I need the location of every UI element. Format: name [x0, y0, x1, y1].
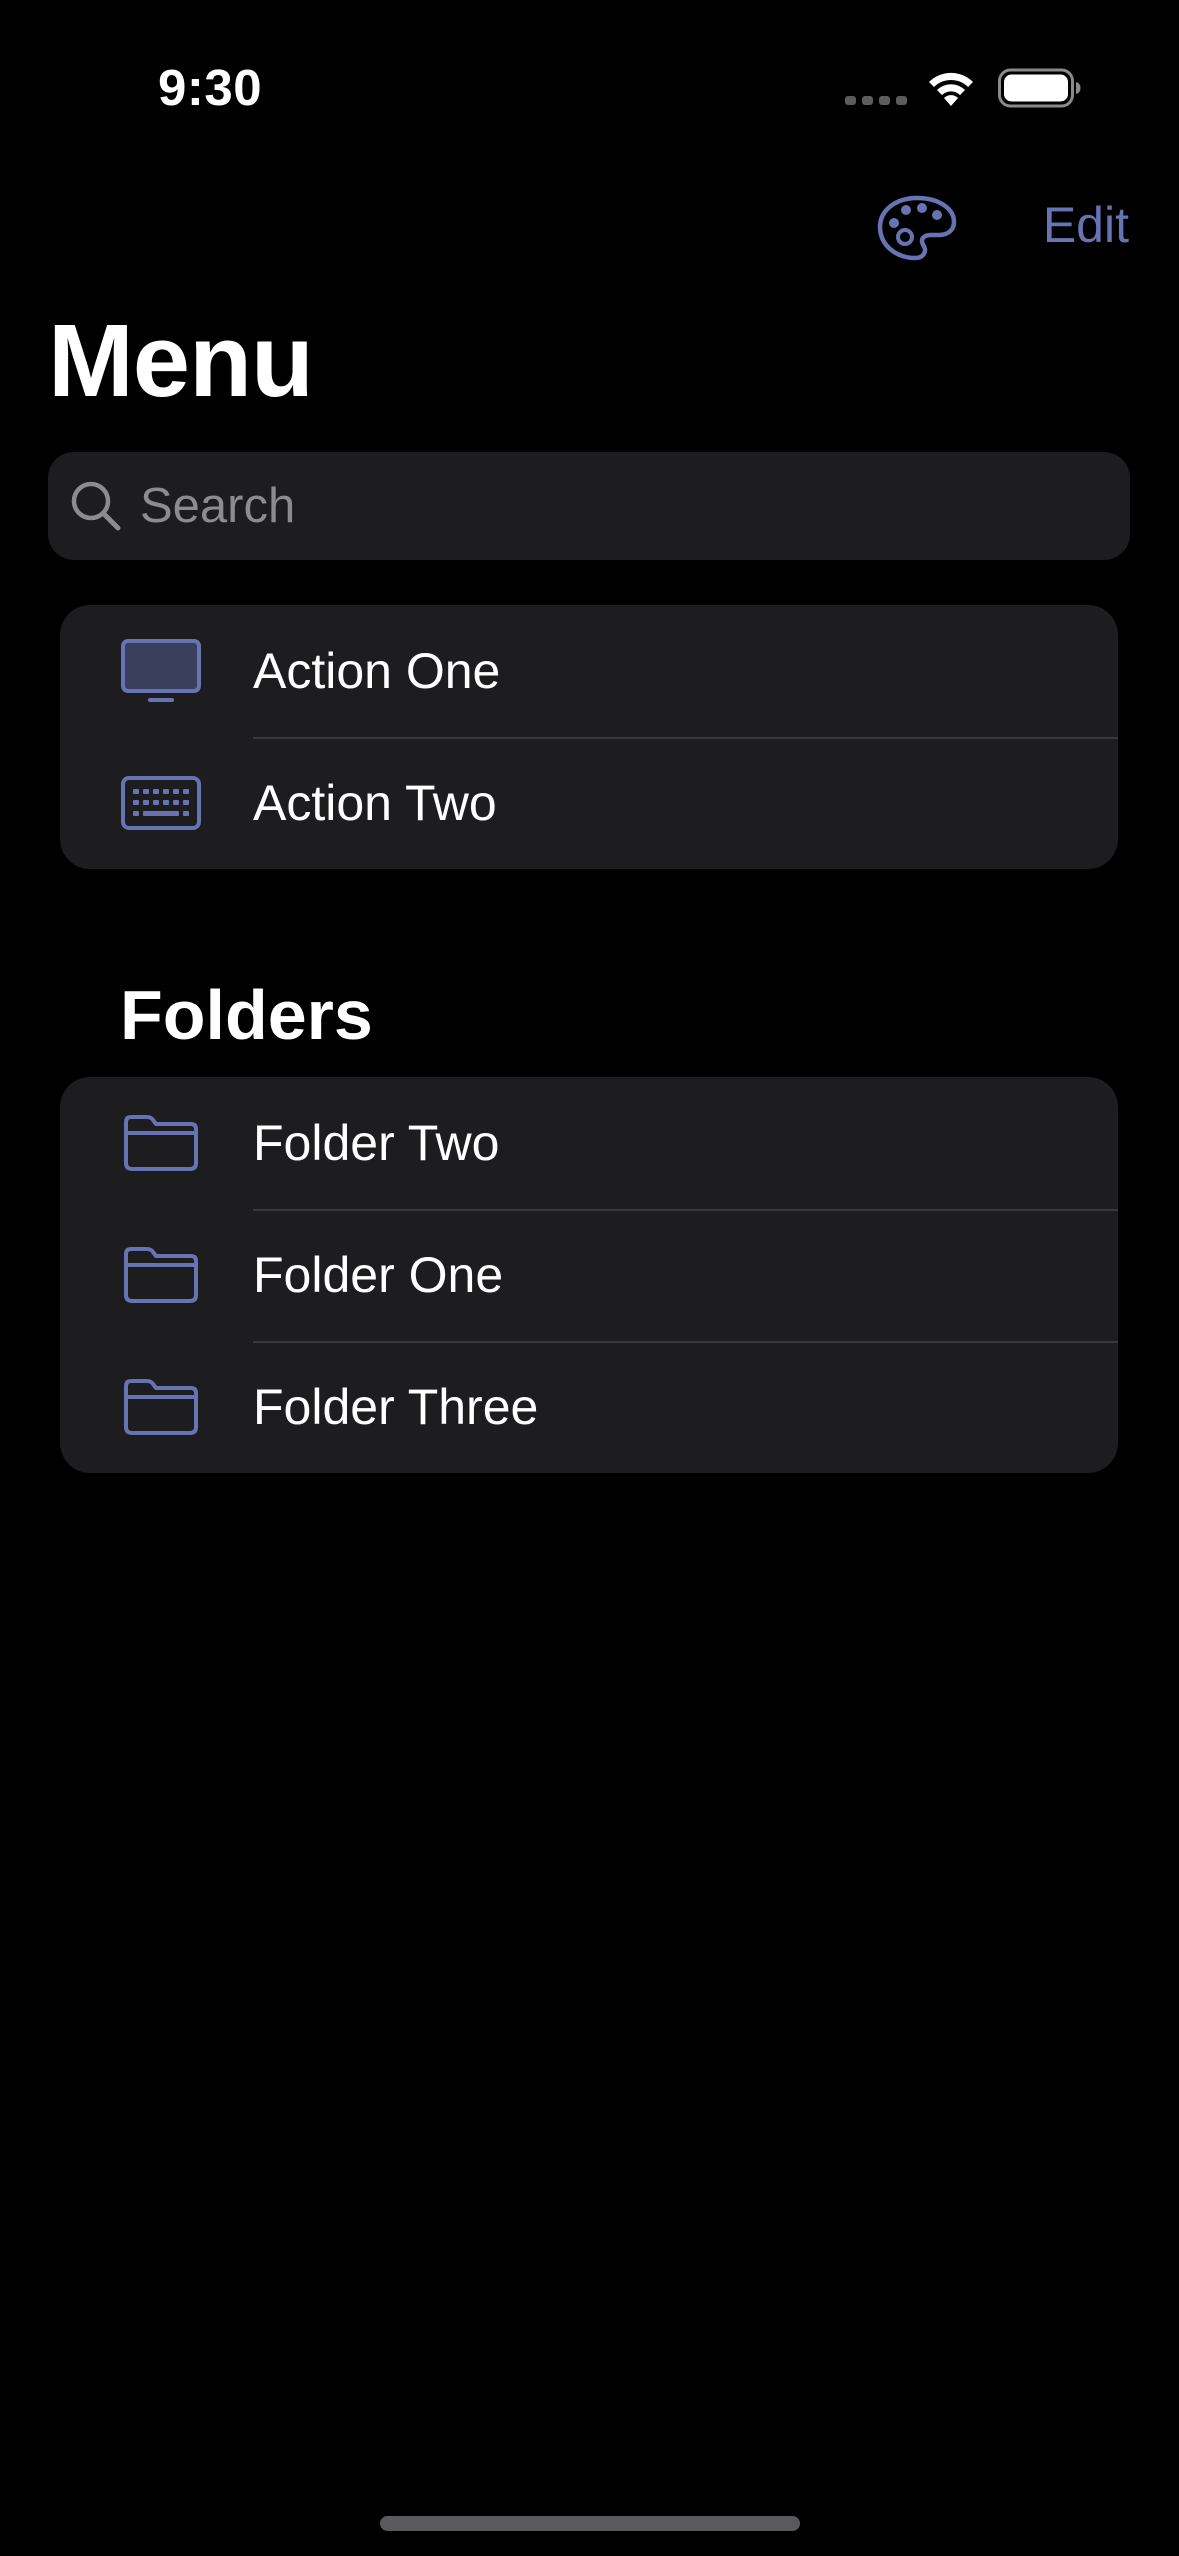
folder-icon — [118, 1367, 204, 1447]
action-label: Action One — [253, 643, 501, 699]
palette-button[interactable] — [876, 192, 958, 264]
folder-icon — [118, 1235, 204, 1315]
folder-label: Folder Two — [253, 1115, 500, 1171]
action-label: Action Two — [253, 775, 497, 831]
keyboard-icon — [118, 763, 204, 843]
folders-section-header: Folders — [120, 976, 373, 1054]
edit-button[interactable]: Edit — [1043, 196, 1129, 254]
search-icon — [68, 478, 124, 534]
folder-label: Folder One — [253, 1247, 504, 1303]
action-row-action-two[interactable]: Action Two — [60, 737, 1118, 869]
display-icon — [118, 631, 204, 711]
folders-list: Folder Two Folder One Folder Three — [60, 1077, 1118, 1473]
folder-row-folder-three[interactable]: Folder Three — [60, 1341, 1118, 1473]
home-indicator[interactable] — [380, 2516, 800, 2531]
action-row-action-one[interactable]: Action One — [60, 605, 1118, 737]
folder-icon — [118, 1103, 204, 1183]
search-field[interactable] — [48, 451, 1130, 561]
wifi-icon — [929, 72, 973, 106]
folder-label: Folder Three — [253, 1379, 539, 1435]
folder-row-folder-two[interactable]: Folder Two — [60, 1077, 1118, 1209]
folder-row-folder-one[interactable]: Folder One — [60, 1209, 1118, 1341]
status-time: 9:30 — [158, 59, 263, 116]
battery-icon — [998, 68, 1081, 108]
actions-list: Action One Action Two — [60, 605, 1118, 869]
paintpalette-icon — [877, 195, 957, 261]
search-input[interactable] — [138, 451, 1130, 561]
page-title: Menu — [48, 303, 314, 418]
cellular-signal-icon — [845, 96, 907, 105]
